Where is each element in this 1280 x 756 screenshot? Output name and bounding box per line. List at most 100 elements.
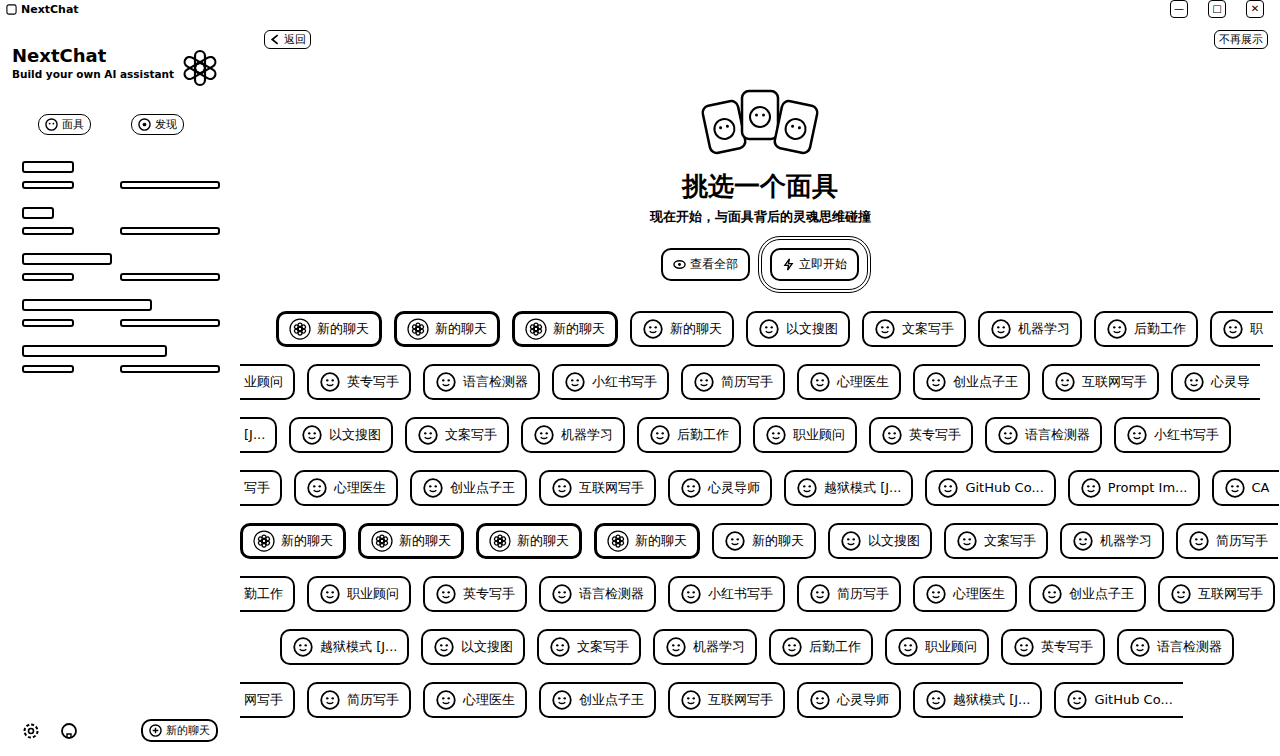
sidebar-button[interactable]: 发现 <box>131 114 184 135</box>
mask-chip[interactable]: 后勤工作 <box>637 417 741 453</box>
mask-chip[interactable]: 机器学习 <box>521 417 625 453</box>
settings-button[interactable] <box>20 720 42 742</box>
emoji-icon <box>680 477 702 499</box>
mask-chip[interactable]: 心理医生 <box>797 364 901 400</box>
mask-chip[interactable]: 英专写手 <box>869 417 973 453</box>
mask-chip[interactable]: CA <box>1212 470 1280 506</box>
mask-chip[interactable]: 新的聊天 <box>394 311 500 347</box>
mask-chip[interactable]: 创业点子王 <box>539 682 656 718</box>
mask-chip[interactable]: 越狱模式 [J... <box>913 682 1042 718</box>
mask-chip[interactable]: 职业顾问 <box>885 629 989 665</box>
chat-item[interactable] <box>22 299 228 327</box>
mask-chip[interactable]: 以文搜图 <box>746 311 850 347</box>
mask-chip[interactable]: 文案写手 <box>944 523 1048 559</box>
mask-chip[interactable]: 互联网写手 <box>668 682 785 718</box>
gear-icon <box>22 722 40 740</box>
mask-chip[interactable]: 简历写手 <box>681 364 785 400</box>
emoji-icon <box>1106 318 1128 340</box>
mask-chip[interactable]: 以文搜图 <box>421 629 525 665</box>
dismiss-button[interactable]: 不再展示 <box>1214 30 1268 49</box>
mask-chip[interactable]: [J... <box>240 417 277 453</box>
mask-chip[interactable]: 小红书写手 <box>552 364 669 400</box>
mask-chip[interactable]: 文案写手 <box>862 311 966 347</box>
mask-chip[interactable]: 语言检测器 <box>423 364 540 400</box>
mask-chip[interactable]: 英专写手 <box>1001 629 1105 665</box>
chat-item[interactable] <box>22 207 228 235</box>
chat-item[interactable] <box>22 345 228 373</box>
mask-chip[interactable]: 以文搜图 <box>828 523 932 559</box>
mask-chip[interactable]: 机器学习 <box>653 629 757 665</box>
window-control[interactable]: ✕ <box>1246 0 1264 18</box>
mask-chip[interactable]: 语言检测器 <box>985 417 1102 453</box>
mask-chip[interactable]: 语言检测器 <box>1117 629 1234 665</box>
mask-chip[interactable]: 心理医生 <box>913 576 1017 612</box>
mask-chip[interactable]: 新的聊天 <box>512 311 618 347</box>
mask-chip[interactable]: 小红书写手 <box>668 576 785 612</box>
redacted-date <box>120 273 220 281</box>
mask-chip[interactable]: 创业点子王 <box>1029 576 1146 612</box>
hero-button[interactable]: 查看全部 <box>661 248 750 281</box>
mask-chip[interactable]: 心理医生 <box>423 682 527 718</box>
app-subtitle: Build your own AI assistant <box>12 68 174 80</box>
mask-chip[interactable]: 职 <box>1210 311 1273 347</box>
emoji-icon <box>417 424 439 446</box>
mask-chip[interactable]: 勤工作 <box>240 576 295 612</box>
window-control[interactable]: — <box>1170 0 1188 18</box>
mask-chip[interactable]: 文案写手 <box>537 629 641 665</box>
mask-chip[interactable]: 文案写手 <box>405 417 509 453</box>
new-chat-button[interactable]: 新的聊天 <box>141 719 218 742</box>
mask-chip[interactable]: 英专写手 <box>423 576 527 612</box>
emoji-icon <box>319 689 341 711</box>
mask-chip[interactable]: 新的聊天 <box>594 523 700 559</box>
mask-chip[interactable]: 职业顾问 <box>307 576 411 612</box>
mask-chip[interactable]: 职业顾问 <box>753 417 857 453</box>
mask-chip[interactable]: 心灵导 <box>1171 364 1260 400</box>
chat-item[interactable] <box>22 253 228 281</box>
hero-button[interactable]: 立即开始 <box>770 248 859 281</box>
mask-chip[interactable]: 新的聊天 <box>476 523 582 559</box>
mask-chip[interactable]: Prompt Im... <box>1068 470 1200 506</box>
chat-item[interactable] <box>22 161 228 189</box>
mask-chip[interactable]: 心灵导师 <box>668 470 772 506</box>
mask-chip[interactable]: 机器学习 <box>978 311 1082 347</box>
emoji-icon <box>1013 636 1035 658</box>
mask-chip[interactable]: 互联网写手 <box>1158 576 1275 612</box>
mask-chip[interactable]: GitHub Co... <box>1054 682 1182 718</box>
app-icon <box>6 4 17 15</box>
mask-chip[interactable]: 业顾问 <box>240 364 295 400</box>
sidebar-button[interactable]: 面具 <box>38 114 91 135</box>
mask-chip[interactable]: 小红书写手 <box>1114 417 1231 453</box>
mask-chip[interactable]: 机器学习 <box>1060 523 1164 559</box>
mask-chip[interactable]: 互联网写手 <box>1042 364 1159 400</box>
back-button[interactable]: 返回 <box>264 30 311 49</box>
mask-chip[interactable]: 心理医生 <box>294 470 398 506</box>
mask-chip[interactable]: 简历写手 <box>1176 523 1278 559</box>
mask-chip[interactable]: 英专写手 <box>307 364 411 400</box>
redacted-count <box>22 365 74 373</box>
mask-chip[interactable]: 新的聊天 <box>712 523 816 559</box>
mask-chip[interactable]: 写手 <box>240 470 282 506</box>
mask-chip[interactable]: 网写手 <box>240 682 295 718</box>
mask-chip[interactable]: 语言检测器 <box>539 576 656 612</box>
mask-chip[interactable]: 新的聊天 <box>276 311 382 347</box>
emoji-icon <box>990 318 1012 340</box>
mask-chip[interactable]: 越狱模式 [J... <box>784 470 913 506</box>
emoji-icon <box>925 371 947 393</box>
mask-chip[interactable]: 新的聊天 <box>240 523 346 559</box>
mask-chip[interactable]: 后勤工作 <box>1094 311 1198 347</box>
mask-chip[interactable]: 越狱模式 [J... <box>280 629 409 665</box>
mask-chip[interactable]: 心灵导师 <box>797 682 901 718</box>
emoji-icon <box>809 583 831 605</box>
mask-chip[interactable]: 创业点子王 <box>410 470 527 506</box>
window-control[interactable]: □ <box>1208 0 1226 18</box>
mask-chip[interactable]: 新的聊天 <box>358 523 464 559</box>
mask-chip[interactable]: 以文搜图 <box>289 417 393 453</box>
mask-chip[interactable]: 创业点子王 <box>913 364 1030 400</box>
mask-chip[interactable]: 新的聊天 <box>630 311 734 347</box>
mask-chip[interactable]: GitHub Co... <box>925 470 1055 506</box>
mask-chip[interactable]: 互联网写手 <box>539 470 656 506</box>
mask-chip[interactable]: 后勤工作 <box>769 629 873 665</box>
mask-chip[interactable]: 简历写手 <box>797 576 901 612</box>
mask-chip[interactable]: 简历写手 <box>307 682 411 718</box>
github-button[interactable] <box>58 720 80 742</box>
